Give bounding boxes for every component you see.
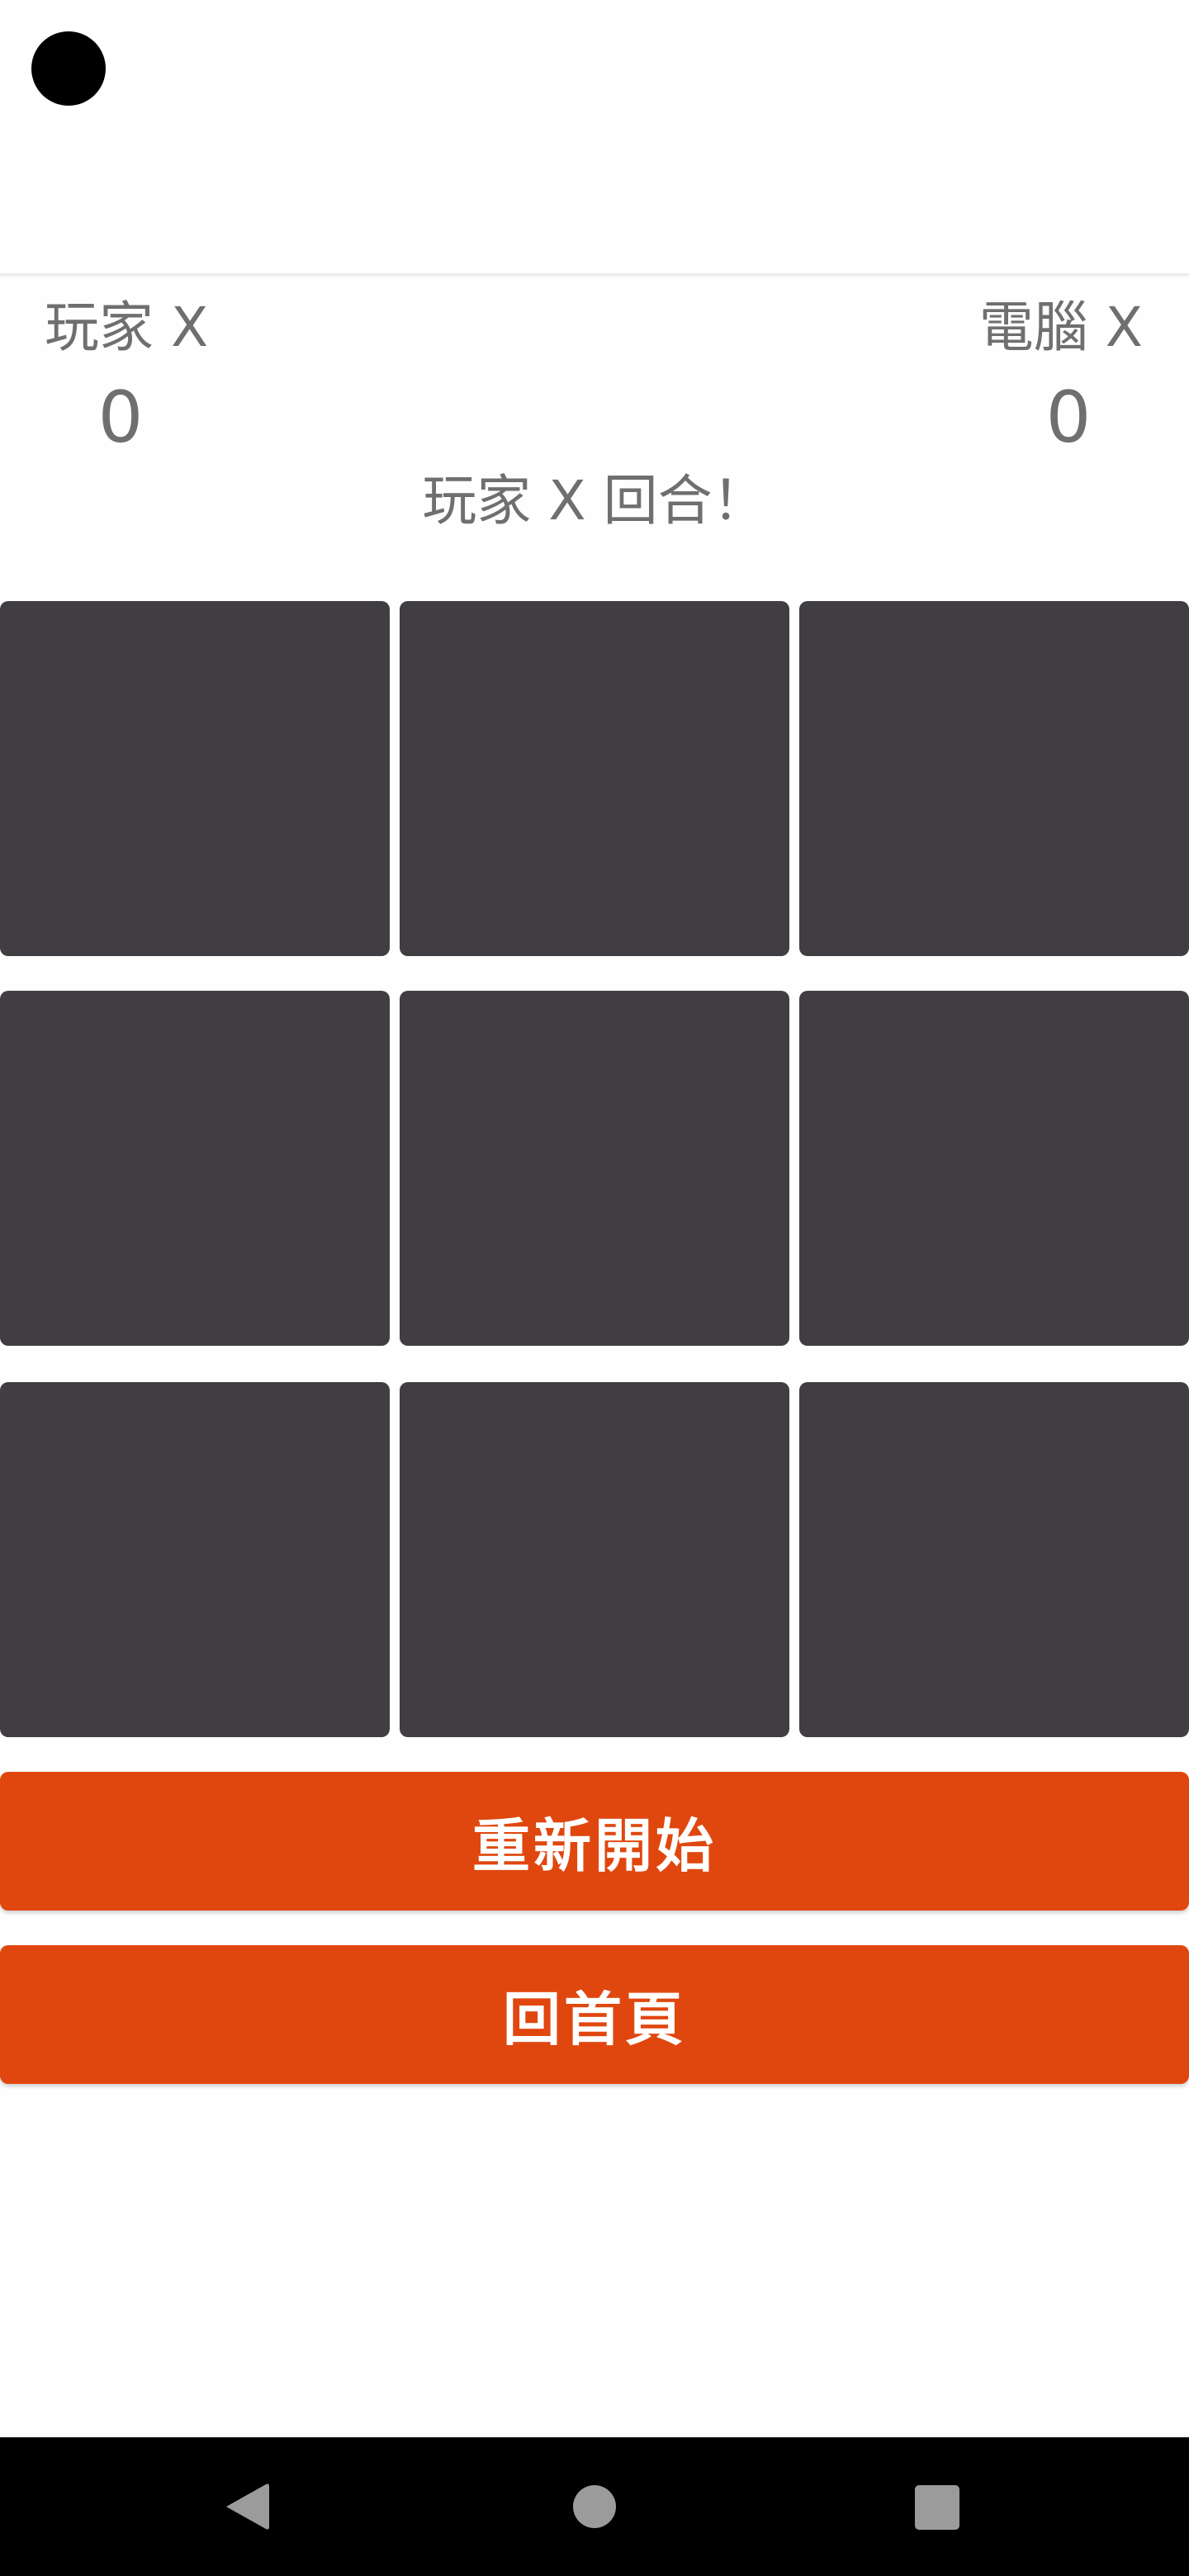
board-cell-8[interactable]	[400, 1382, 789, 1737]
game-screen: 玩家 X 電腦 X 0 0 玩家 X 回合！ 重新開始 回首頁	[0, 0, 1189, 2576]
computer-label: 電腦 X	[978, 296, 1143, 359]
recents-square-icon[interactable]	[915, 2485, 959, 2530]
board-cell-6[interactable]	[799, 991, 1189, 1346]
computer-score: 0	[1045, 376, 1092, 459]
player-score: 0	[97, 376, 144, 459]
board-cell-1[interactable]	[0, 601, 390, 956]
board-cell-3[interactable]	[799, 601, 1189, 956]
board-cell-9[interactable]	[799, 1382, 1189, 1737]
turn-status: 玩家 X 回合！	[422, 469, 767, 533]
home-button[interactable]: 回首頁	[0, 1945, 1189, 2084]
app-bar	[0, 0, 1189, 274]
camera-cutout	[31, 31, 106, 106]
board-cell-5[interactable]	[400, 991, 789, 1346]
board-cell-2[interactable]	[400, 601, 789, 956]
back-triangle-icon[interactable]	[225, 2481, 271, 2532]
board-cell-4[interactable]	[0, 991, 390, 1346]
home-circle-icon[interactable]	[573, 2485, 616, 2528]
player-label: 玩家 X	[45, 296, 209, 359]
board-cell-7[interactable]	[0, 1382, 390, 1737]
system-navigation-bar	[0, 2437, 1189, 2576]
restart-button[interactable]: 重新開始	[0, 1772, 1189, 1911]
